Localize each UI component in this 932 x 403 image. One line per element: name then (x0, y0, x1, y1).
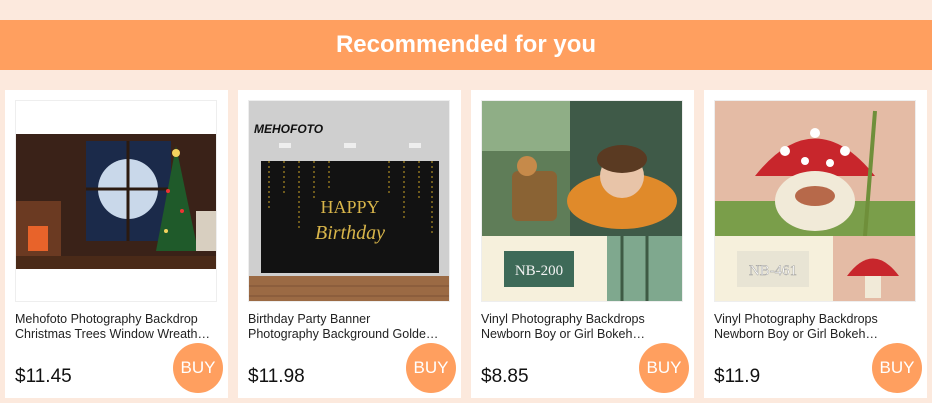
product-card[interactable]: MEHOFOTO HAPPY Birthday Birthday Party B… (238, 90, 461, 398)
product-card[interactable]: NB-461 Vinyl Photography Backdrops Newbo… (704, 90, 927, 398)
product-title[interactable]: Mehofoto Photography Backdrop Christmas … (15, 312, 220, 342)
section-title: Recommended for you (335, 31, 597, 58)
product-price: $11.45 (15, 366, 72, 387)
buy-button[interactable]: BUY (639, 343, 689, 393)
product-image[interactable]: NB-461 (714, 100, 916, 302)
product-card[interactable]: NB-200 Vinyl Photography Backdrops Newbo… (471, 90, 694, 398)
recommended-banner: Recommended for you (0, 20, 932, 70)
buy-button[interactable]: BUY (173, 343, 223, 393)
buy-button[interactable]: BUY (872, 343, 922, 393)
product-image[interactable]: MEHOFOTO HAPPY Birthday (248, 100, 450, 302)
image-brand-text: MEHOFOTO (254, 122, 324, 136)
image-code-text: NB-461 (749, 263, 797, 279)
image-birthday-text: Birthday (315, 222, 385, 244)
product-title[interactable]: Vinyl Photography Backdrops Newborn Boy … (714, 312, 919, 342)
buy-button[interactable]: BUY (406, 343, 456, 393)
image-code-text: NB-200 (515, 263, 563, 279)
product-card[interactable]: Mehofoto Photography Backdrop Christmas … (5, 90, 228, 398)
product-image[interactable] (15, 100, 217, 302)
product-price: $11.9 (714, 366, 761, 387)
product-price: $8.85 (481, 366, 529, 387)
product-image[interactable]: NB-200 (481, 100, 683, 302)
product-price: $11.98 (248, 366, 305, 387)
product-title[interactable]: Vinyl Photography Backdrops Newborn Boy … (481, 312, 686, 342)
image-happy-text: HAPPY (320, 197, 379, 217)
product-title[interactable]: Birthday Party Banner Photography Backgr… (248, 312, 453, 342)
